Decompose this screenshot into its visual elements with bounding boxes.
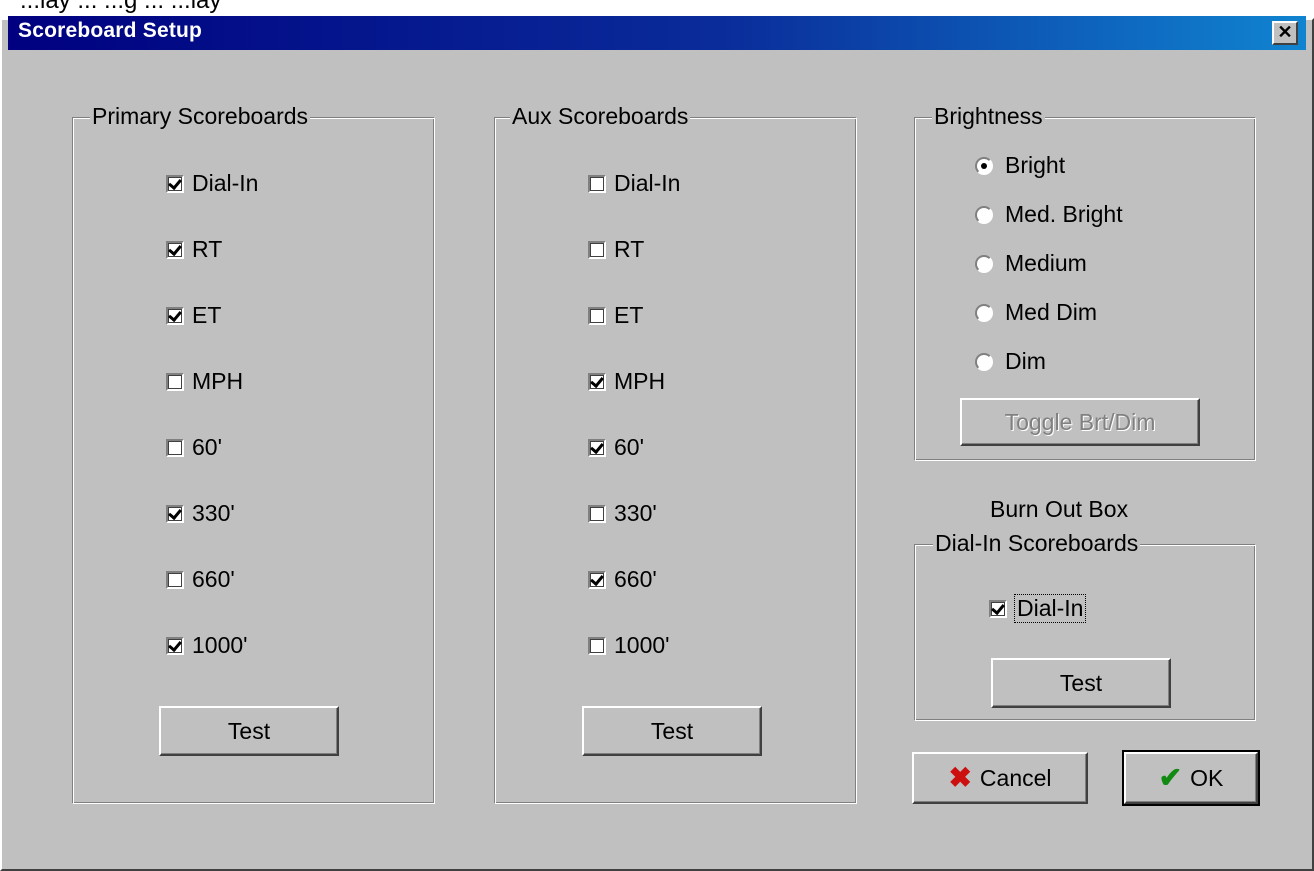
aux-scoreboards-legend: Aux Scoreboards (510, 103, 691, 130)
checkbox-box (989, 599, 1007, 618)
burnout-dialin-group: Dial-In Scoreboards Dial-In Test (914, 530, 1256, 721)
brightness-radio[interactable]: Med. Bright (975, 201, 1123, 228)
window-title: Scoreboard Setup (18, 19, 203, 42)
brightness-radio[interactable]: Med Dim (975, 299, 1097, 326)
burnout-caption: Burn Out Box (990, 496, 1129, 522)
checkbox-box (166, 372, 184, 391)
burnout-dialin-checkbox[interactable]: Dial-In (989, 594, 1087, 623)
aux-checkbox[interactable]: 330' (588, 500, 657, 527)
checkbox-box (588, 438, 606, 457)
checkbox-box (588, 636, 606, 655)
checkbox-box (588, 240, 606, 259)
primary-checkbox[interactable]: 1000' (166, 632, 248, 659)
close-icon: ✕ (1277, 22, 1293, 42)
close-button[interactable]: ✕ (1272, 21, 1298, 45)
checkbox-box (166, 438, 184, 457)
primary-scoreboards-group: Primary Scoreboards Dial-In RT ET MPH 60' 330… (72, 103, 435, 804)
primary-checkbox[interactable]: Dial-In (166, 170, 258, 197)
aux-test-button[interactable]: Test (582, 706, 762, 756)
burnout-test-button[interactable]: Test (991, 658, 1171, 708)
checkbox-label: 330' (192, 500, 235, 526)
radio-circle (975, 352, 993, 371)
brightness-group: Brightness Bright Med. Bright Medium Med Di… (914, 103, 1256, 461)
ok-button[interactable]: ✔ OK (1122, 750, 1260, 806)
checkbox-box (166, 306, 184, 325)
checkbox-label: ET (192, 302, 222, 328)
toggle-brightness-button[interactable]: Toggle Brt/Dim (960, 398, 1200, 446)
checkbox-box (588, 570, 606, 589)
primary-checkbox[interactable]: 330' (166, 500, 235, 527)
x-icon: ✖ (948, 762, 972, 793)
radio-label: Med. Bright (1005, 201, 1123, 227)
primary-checkbox[interactable]: 60' (166, 434, 222, 461)
burnout-test-label: Test (1059, 669, 1103, 696)
brightness-legend: Brightness (932, 103, 1045, 130)
aux-checkbox[interactable]: 1000' (588, 632, 670, 659)
radio-circle (975, 303, 993, 322)
aux-checkbox[interactable]: 660' (588, 566, 657, 593)
brightness-radio[interactable]: Medium (975, 250, 1087, 277)
radio-label: Bright (1005, 152, 1066, 178)
checkbox-label: MPH (192, 368, 244, 394)
burnout-dialin-label: Dial-In (1013, 594, 1087, 623)
checkbox-label: RT (192, 236, 223, 262)
checkbox-label: 1000' (192, 632, 248, 658)
cancel-button[interactable]: ✖ Cancel (912, 752, 1088, 804)
brightness-radio[interactable]: Bright (975, 152, 1065, 179)
checkbox-label: 1000' (614, 632, 670, 658)
aux-checkbox[interactable]: RT (588, 236, 644, 263)
burnout-dialin-legend: Dial-In Scoreboards (933, 530, 1141, 557)
checkbox-box (588, 306, 606, 325)
checkbox-label: RT (614, 236, 645, 262)
toggle-brightness-label: Toggle Brt/Dim (1004, 408, 1156, 435)
aux-checkbox[interactable]: 60' (588, 434, 644, 461)
primary-checkbox[interactable]: ET (166, 302, 221, 329)
checkbox-box (588, 372, 606, 391)
checkbox-box (166, 240, 184, 259)
radio-circle (975, 156, 993, 175)
checkbox-label: 330' (614, 500, 657, 526)
primary-checkbox[interactable]: 660' (166, 566, 235, 593)
checkbox-label: Dial-In (614, 170, 681, 196)
title-bar: Scoreboard Setup ✕ (8, 16, 1306, 50)
radio-label: Med Dim (1005, 299, 1098, 325)
checkbox-label: 60' (192, 434, 222, 460)
primary-checkbox[interactable]: MPH (166, 368, 243, 395)
checkbox-label: 660' (192, 566, 235, 592)
checkbox-box (166, 504, 184, 523)
primary-scoreboards-legend: Primary Scoreboards (90, 103, 311, 130)
brightness-radio[interactable]: Dim (975, 348, 1046, 375)
ok-label: OK (1190, 764, 1224, 791)
checkbox-box (588, 174, 606, 193)
radio-label: Medium (1005, 250, 1087, 276)
primary-test-button[interactable]: Test (159, 706, 339, 756)
checkbox-label: 60' (614, 434, 644, 460)
checkbox-box (166, 570, 184, 589)
checkbox-box (166, 636, 184, 655)
checkbox-box (588, 504, 606, 523)
checkbox-box (166, 174, 184, 193)
aux-checkbox[interactable]: MPH (588, 368, 665, 395)
checkmark-icon: ✔ (1158, 762, 1183, 793)
primary-test-label: Test (227, 717, 271, 744)
radio-label: Dim (1005, 348, 1046, 374)
checkbox-label: 660' (614, 566, 657, 592)
checkbox-label: MPH (614, 368, 666, 394)
primary-checkbox[interactable]: RT (166, 236, 222, 263)
aux-checkbox[interactable]: ET (588, 302, 643, 329)
aux-checkbox[interactable]: Dial-In (588, 170, 680, 197)
checkbox-label: Dial-In (192, 170, 259, 196)
aux-test-label: Test (650, 717, 694, 744)
radio-circle (975, 205, 993, 224)
checkbox-label: ET (614, 302, 644, 328)
cancel-label: Cancel (979, 764, 1052, 791)
aux-scoreboards-group: Aux Scoreboards Dial-In RT ET MPH 60' 330' 660… (494, 103, 857, 804)
radio-circle (975, 254, 993, 273)
